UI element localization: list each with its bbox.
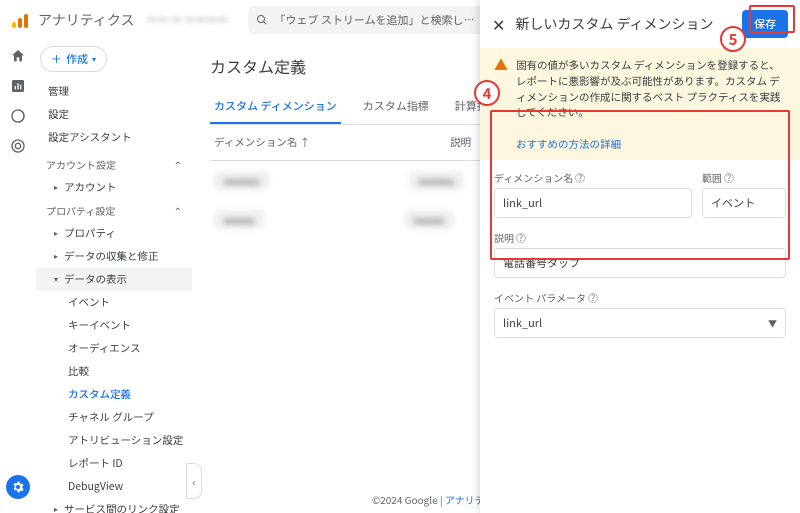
- collapse-sidebar-button[interactable]: ‹: [186, 463, 202, 499]
- sidebar-item-admin[interactable]: 管理: [44, 80, 184, 103]
- sidebar-item-service-links[interactable]: ▸サービス間のリンク設定: [36, 498, 192, 513]
- section-property[interactable]: プロパティ設定 ⌃: [36, 199, 192, 222]
- search-icon: [256, 14, 268, 26]
- sidebar-item-compare[interactable]: 比較: [36, 360, 192, 383]
- tab-custom-metrics[interactable]: カスタム指標: [359, 90, 433, 124]
- create-button[interactable]: ＋ 作成 ▾: [40, 46, 107, 72]
- warning-banner: ▲ 固有の値が多いカスタム ディメンションを登録すると、レポートに悪影響が及ぶ可…: [480, 48, 800, 131]
- sidebar-item-custom-definitions[interactable]: カスタム定義: [36, 383, 192, 406]
- warning-text: 固有の値が多いカスタム ディメンションを登録すると、レポートに悪影響が及ぶ可能性…: [516, 58, 786, 121]
- save-button[interactable]: 保存: [742, 10, 788, 38]
- account-breadcrumb[interactable]: ーー ー ーーーー: [146, 12, 228, 28]
- chevron-down-icon: ▾: [92, 54, 96, 65]
- sidebar-item-channel-groups[interactable]: チャネル グループ: [36, 406, 192, 429]
- tab-custom-dimensions[interactable]: カスタム ディメンション: [210, 90, 341, 124]
- sidebar-item-setup-assistant[interactable]: 設定アシスタント: [44, 126, 184, 149]
- product-name: アナリティクス: [38, 10, 134, 30]
- warning-icon: ▲: [494, 58, 508, 72]
- ga-logo: [6, 12, 34, 28]
- sidebar-item-data-collection[interactable]: ▸データの収集と修正: [36, 245, 192, 268]
- input-description[interactable]: 電話番号タップ: [494, 248, 786, 278]
- reports-icon[interactable]: [10, 78, 26, 94]
- section-account[interactable]: アカウント設定 ⌃: [36, 153, 192, 176]
- search-input[interactable]: 「ウェブ ストリームを追加」と検索し…: [248, 6, 508, 34]
- sidebar-item-events[interactable]: イベント: [36, 291, 192, 314]
- sidebar-item-report-id[interactable]: レポート ID: [36, 452, 192, 475]
- select-scope[interactable]: イベント: [702, 188, 786, 218]
- sidebar-item-settings[interactable]: 設定: [44, 103, 184, 126]
- help-icon[interactable]: ?: [724, 173, 734, 183]
- chevron-up-icon: ⌃: [174, 157, 182, 172]
- advertising-icon[interactable]: [10, 138, 26, 154]
- sidebar-item-key-events[interactable]: キーイベント: [36, 314, 192, 337]
- help-icon[interactable]: ?: [575, 173, 585, 183]
- col-header-desc[interactable]: 説明: [450, 135, 471, 150]
- search-placeholder: 「ウェブ ストリームを追加」と検索し…: [274, 12, 474, 28]
- create-label: 作成: [66, 51, 88, 67]
- help-icon[interactable]: ?: [516, 233, 526, 243]
- input-dimension-name[interactable]: link_url: [494, 188, 692, 218]
- select-event-parameter[interactable]: link_url ▼: [494, 308, 786, 338]
- help-icon[interactable]: ?: [588, 293, 598, 303]
- sidebar-item-data-display[interactable]: ▾データの表示: [36, 268, 192, 291]
- chevron-up-icon: ⌃: [174, 203, 182, 218]
- explore-icon[interactable]: [10, 108, 26, 124]
- panel-title: 新しいカスタム ディメンション: [515, 14, 732, 34]
- plus-icon: ＋: [51, 51, 62, 67]
- sidebar-item-property[interactable]: ▸プロパティ: [36, 222, 192, 245]
- col-header-name[interactable]: ディメンション名 ↑: [214, 135, 310, 150]
- label-description: 説明?: [494, 230, 786, 245]
- home-icon[interactable]: [10, 48, 26, 64]
- best-practice-link[interactable]: おすすめの方法の詳細: [480, 131, 800, 160]
- chevron-down-icon: ▼: [768, 317, 777, 330]
- label-scope: 範囲?: [702, 170, 786, 185]
- annotation-callout-4: 4: [474, 80, 500, 106]
- new-dimension-panel: ✕ 新しいカスタム ディメンション 保存 ▲ 固有の値が多いカスタム ディメンシ…: [480, 0, 800, 513]
- close-icon[interactable]: ✕: [492, 12, 505, 36]
- annotation-callout-5: 5: [720, 26, 746, 52]
- sidebar-item-account[interactable]: ▸アカウント: [36, 176, 192, 199]
- admin-gear-button[interactable]: [6, 475, 30, 499]
- sidebar-item-attribution[interactable]: アトリビューション設定: [36, 429, 192, 452]
- sidebar-item-audiences[interactable]: オーディエンス: [36, 337, 192, 360]
- label-event-parameter: イベント パラメータ?: [494, 290, 786, 305]
- label-dimension-name: ディメンション名?: [494, 170, 692, 185]
- sidebar-item-debugview[interactable]: DebugView: [36, 475, 192, 498]
